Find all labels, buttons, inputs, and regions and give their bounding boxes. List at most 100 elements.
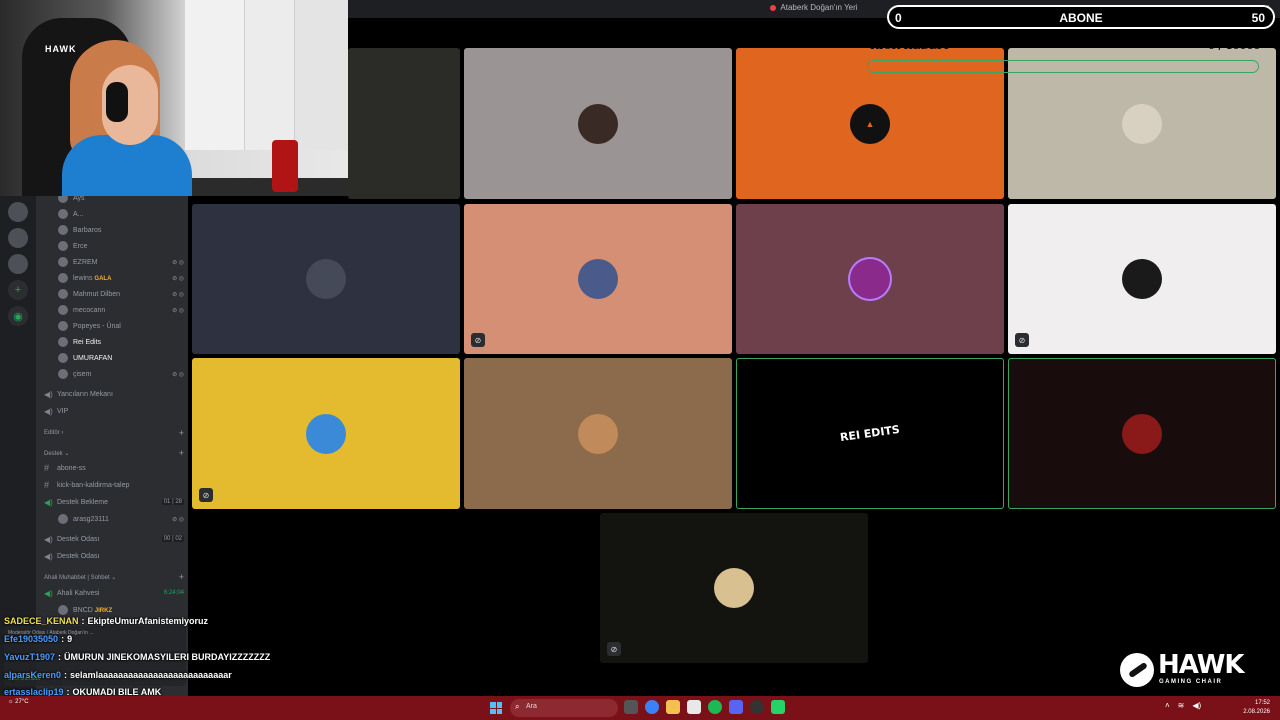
voice-member[interactable]: A...	[58, 208, 184, 220]
voice-member[interactable]: lewins GALA ⊘ ◎	[58, 272, 184, 284]
video-tile[interactable]: ⊘	[1008, 204, 1276, 354]
taskbar-clock[interactable]: 17:52 2.08.2026	[1243, 699, 1270, 717]
video-tile[interactable]	[192, 204, 460, 354]
video-tile[interactable]	[464, 358, 732, 509]
member-tag: JIRKZ	[94, 607, 113, 614]
video-tile[interactable]: ⊘	[600, 513, 868, 663]
avatar	[1122, 413, 1162, 454]
video-tile[interactable]	[464, 48, 732, 199]
voice-member[interactable]: çisem ⊘ ◎	[58, 368, 184, 380]
live-indicator-icon	[770, 4, 777, 11]
add-channel-icon[interactable]: +	[179, 448, 184, 458]
taskbar-search[interactable]: ⌕ Ara	[510, 699, 618, 717]
search-icon: ⌕	[515, 702, 520, 711]
speaker-icon: ◀)	[44, 389, 53, 399]
category-header[interactable]: Destek ⌄ +	[44, 448, 184, 460]
avatar	[1122, 259, 1162, 299]
volume-icon[interactable]: ◀)	[1192, 701, 1201, 710]
explore-servers-icon[interactable]: ◉	[8, 306, 28, 326]
headphones	[106, 82, 128, 122]
taskbar: ☼ 27°C ⌕ Ara ˄ ≋ ◀) 17:52 2.08.2026	[0, 696, 1280, 720]
avatar	[58, 605, 68, 615]
obs-icon[interactable]	[750, 700, 764, 714]
avatar	[58, 321, 68, 331]
voice-member[interactable]: mecocann ⊘ ◎	[58, 304, 184, 316]
video-tile[interactable]: ⊘	[192, 358, 460, 509]
subscriber-goal: 0 ABONE 50	[887, 5, 1275, 29]
video-tile[interactable]: ⊘	[464, 204, 732, 354]
voice-channel[interactable]: ◀) Destek Odası	[44, 550, 184, 562]
chrome-icon[interactable]	[645, 700, 659, 714]
text-channel[interactable]: # abone-ss	[44, 462, 184, 474]
tray-chevron-icon[interactable]: ˄	[1165, 701, 1170, 710]
user-count-badge: 01 | 28	[161, 499, 184, 505]
sponsor-logo: HAWK GAMING CHAIR	[1120, 651, 1245, 691]
chat-message: alparsKeren0: selamlaaaaaaaaaaaaaaaaaaaaa…	[4, 670, 232, 680]
drink-can	[272, 140, 298, 192]
chat-message: YavuzT1907: ÜMURUN JINEKOMASYILERI BURDAY…	[4, 652, 271, 662]
voice-channel[interactable]: ◀) VIP	[44, 405, 184, 417]
start-button[interactable]	[490, 702, 502, 714]
server-icon[interactable]	[8, 228, 28, 248]
avatar	[306, 259, 346, 299]
voice-channel[interactable]: ◀) Yancıların Mekanı	[44, 388, 184, 400]
store-icon[interactable]	[687, 700, 701, 714]
muted-icon: ⊘ ◎	[172, 307, 184, 314]
wifi-icon[interactable]: ≋	[1178, 701, 1185, 710]
spotify-icon[interactable]	[708, 700, 722, 714]
video-tile[interactable]	[736, 204, 1004, 354]
avatar	[58, 353, 68, 363]
add-channel-icon[interactable]: +	[179, 428, 184, 438]
avatar	[58, 337, 68, 347]
voice-channel[interactable]: ◀) Destek Odası 00 | 02	[44, 533, 184, 545]
add-server-icon[interactable]: +	[8, 280, 28, 300]
voice-member[interactable]: Rei Edits	[58, 336, 184, 348]
whatsapp-icon[interactable]	[771, 700, 785, 714]
chat-text: ÜMURUN JINEKOMASYILERI BURDAYIZZZZZZZ	[64, 652, 271, 662]
avatar: ▲	[850, 103, 890, 144]
add-channel-icon[interactable]: +	[179, 572, 184, 582]
speaker-icon: ◀)	[44, 588, 53, 598]
avatar	[306, 413, 346, 454]
chat-message: Efe19035050:9	[4, 634, 73, 644]
streamer-webcam: HAWK	[0, 0, 348, 196]
discord-icon[interactable]	[729, 700, 743, 714]
avatar	[58, 273, 68, 283]
avatar	[58, 225, 68, 235]
video-tile[interactable]	[348, 48, 460, 199]
task-view-icon[interactable]	[624, 700, 638, 714]
kick-goal-bar	[867, 60, 1259, 73]
subscriber-label: ABONE	[1059, 11, 1103, 25]
video-tile[interactable]: REI EDITS	[736, 358, 1004, 509]
voice-channel[interactable]: ◀) Ahali Kahvesi 6:24:04	[44, 587, 184, 599]
voice-member[interactable]: BNCD JIRKZ	[58, 604, 184, 616]
category-header[interactable]: Editör › +	[44, 428, 184, 440]
subscriber-target: 50	[1251, 11, 1265, 25]
weather-widget[interactable]: ☼ 27°C	[8, 699, 29, 705]
voice-channel[interactable]: ◀) Destek Bekleme 01 | 28	[44, 496, 184, 508]
voice-member[interactable]: Barbaros	[58, 224, 184, 236]
streamer	[62, 40, 202, 196]
chat-username: Efe19035050	[4, 634, 59, 644]
file-explorer-icon[interactable]	[666, 700, 680, 714]
category-header[interactable]: Ahali Muhabbet | Sohbet ⌄ +	[44, 572, 184, 584]
chat-text: EkipteUmurAfanistemiyoruz	[87, 616, 209, 626]
voice-member[interactable]: arasg23111 ⊘ ◎	[58, 513, 184, 525]
avatar	[578, 259, 618, 299]
voice-member[interactable]: UMURAFAN	[58, 352, 184, 364]
video-tile[interactable]	[1008, 358, 1276, 509]
voice-member[interactable]: Popeyes - Ünal	[58, 320, 184, 332]
avatar	[58, 209, 68, 219]
muted-icon: ⊘ ◎	[172, 291, 184, 298]
server-icon[interactable]	[8, 202, 28, 222]
camera-off-icon: ⊘	[607, 642, 621, 656]
server-icon[interactable]	[8, 254, 28, 274]
chat-message: SADECE_KENAN: EkipteUmurAfanistemiyoruz	[4, 616, 209, 626]
speaker-icon: ◀)	[44, 497, 53, 507]
voice-member[interactable]: Mahmut Dilben ⊘ ◎	[58, 288, 184, 300]
voice-member[interactable]: Erce	[58, 240, 184, 252]
text-channel[interactable]: # kick-ban-kaldirma-talep	[44, 479, 184, 491]
avatar	[58, 257, 68, 267]
hawk-logo-icon	[1120, 653, 1154, 687]
voice-member[interactable]: EZREM ⊘ ◎	[58, 256, 184, 268]
